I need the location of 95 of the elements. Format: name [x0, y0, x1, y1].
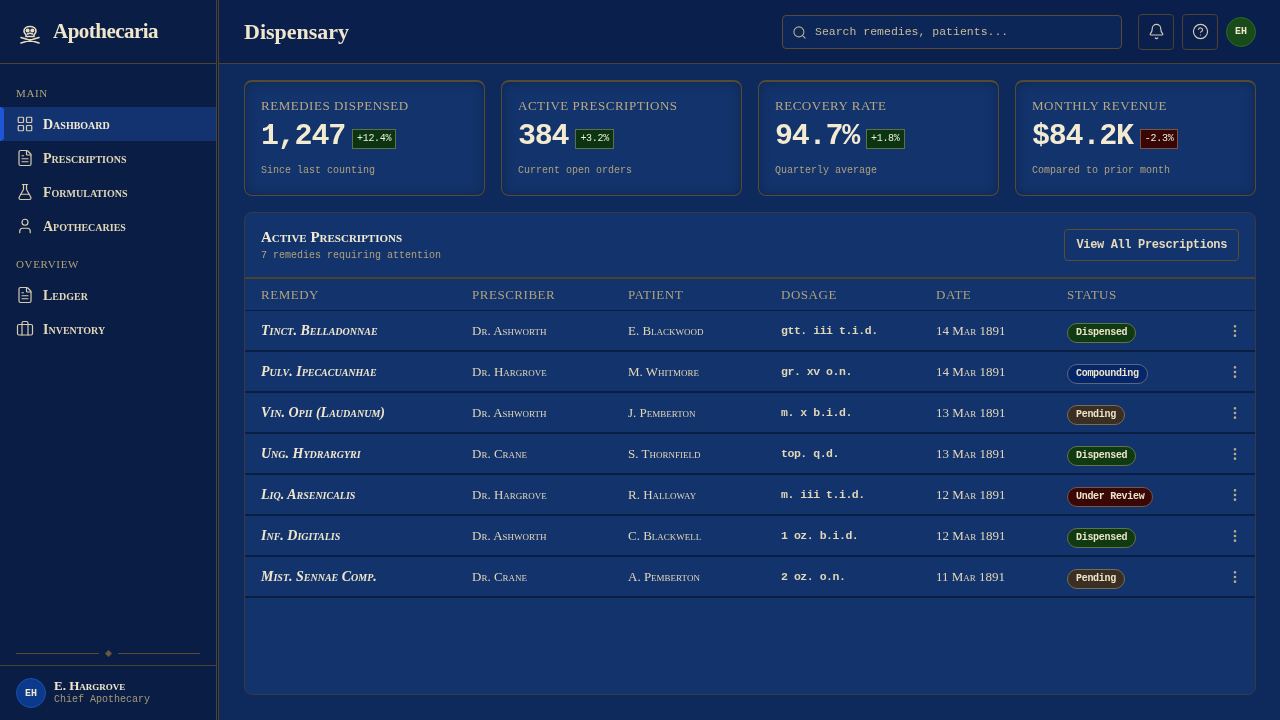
nav-item[interactable]: Prescriptions	[0, 141, 216, 175]
stat-label: ACTIVE PRESCRIPTIONS	[518, 98, 679, 114]
prescriber-cell-text: Dr. Ashworth	[472, 403, 547, 422]
prescriber-cell-text: Dr. Crane	[472, 567, 528, 586]
status-badge: Compounding	[1067, 364, 1148, 384]
stat-caption: Current open orders	[518, 164, 634, 178]
document-icon	[16, 286, 34, 304]
stat-caption: Since last counting	[261, 164, 377, 178]
date-cell-text: 13 Mar 1891	[936, 403, 1006, 422]
user-role: Chief Apothecary	[54, 693, 150, 707]
user-avatar: EH	[16, 678, 46, 708]
dosage-cell-text: gtt. iii t.i.d.	[781, 322, 878, 339]
column-header: PATIENT	[628, 285, 685, 304]
column-header: REMEDY	[261, 285, 320, 304]
stat-caption: Compared to prior month	[1032, 164, 1172, 178]
patient-cell-text: A. Pemberton	[628, 567, 700, 586]
remedy-cell-text: Mist. Sennae Comp.	[261, 568, 377, 586]
brand-title: Apothecaria	[53, 17, 159, 45]
trend-badge: +12.4%	[352, 129, 397, 149]
dosage-cell-text: top. q.d.	[781, 445, 839, 462]
prescriber-cell-text: Dr. Hargrove	[472, 485, 547, 504]
account-avatar[interactable]: EH	[1226, 16, 1256, 47]
stat-value: 94.7%	[775, 118, 859, 154]
dosage-cell-text: 1 oz. b.i.d.	[781, 527, 859, 544]
user-name: E. Hargrove	[54, 679, 127, 693]
status-badge: Dispensed	[1067, 446, 1137, 466]
help-button[interactable]	[1182, 13, 1218, 50]
active-indicator	[0, 107, 4, 141]
grid-icon	[16, 115, 34, 133]
stat-label: RECOVERY RATE	[775, 98, 888, 114]
dosage-cell-text: m. iii t.i.d.	[781, 486, 865, 503]
remedy-cell-text: Pulv. Ipecacuanhae	[261, 363, 377, 381]
date-cell-text: 11 Mar 1891	[936, 567, 1006, 586]
date-cell-text: 13 Mar 1891	[936, 444, 1006, 463]
trend-badge: +3.2%	[575, 129, 614, 149]
dosage-cell-text: gr. xv o.n.	[781, 363, 852, 380]
trend-badge: +1.8%	[866, 129, 905, 149]
trend-badge: -2.3%	[1139, 129, 1179, 149]
date-cell-text: 12 Mar 1891	[936, 526, 1006, 545]
help-icon	[1191, 23, 1209, 40]
prescriber-cell-text: Dr. Ashworth	[472, 321, 547, 340]
patient-cell-text: M. Whitmore	[628, 362, 700, 381]
view-all-button[interactable]: View All Prescriptions	[1064, 229, 1239, 261]
remedy-cell-text: Liq. Arsenicalis	[261, 486, 356, 504]
dosage-cell-text: 2 oz. o.n.	[781, 568, 846, 585]
stat-value: 384	[518, 118, 569, 154]
patient-cell-text: S. Thornfield	[628, 444, 701, 463]
search-field[interactable]: Search remedies, patients...	[782, 14, 1122, 49]
nav-item[interactable]: Formulations	[0, 175, 216, 209]
stat-label: REMEDIES DISPENSED	[261, 98, 410, 114]
stat-label: MONTHLY REVENUE	[1032, 98, 1168, 114]
stat-caption: Quarterly average	[775, 164, 879, 178]
status-badge: Dispensed	[1067, 528, 1137, 548]
prescriber-cell-text: Dr. Hargrove	[472, 362, 547, 381]
section-heading: MAIN	[15, 86, 49, 100]
date-cell-text: 14 Mar 1891	[936, 321, 1006, 340]
date-cell-text: 14 Mar 1891	[936, 362, 1006, 381]
column-header: PRESCRIBER	[472, 285, 557, 304]
prescriber-cell-text: Dr. Crane	[472, 444, 528, 463]
nav-item[interactable]: Dashboard	[0, 107, 216, 141]
remedy-cell-text: Tinct. Belladonnae	[261, 322, 378, 340]
column-header: STATUS	[1067, 285, 1118, 304]
remedy-cell-text: Vin. Opii (Laudanum)	[261, 404, 385, 422]
nav-item[interactable]: Ledger	[0, 278, 216, 312]
column-header: DOSAGE	[781, 285, 838, 304]
section-heading: OVERVIEW	[15, 257, 81, 271]
notifications-button[interactable]	[1138, 13, 1174, 50]
status-badge: Pending	[1067, 405, 1125, 425]
status-badge: Dispensed	[1067, 323, 1137, 343]
person-icon	[16, 217, 34, 235]
flask-icon	[16, 183, 34, 201]
patient-cell-text: C. Blackwell	[628, 526, 702, 545]
status-badge: Pending	[1067, 569, 1125, 589]
search-icon	[792, 24, 807, 40]
remedy-cell-text: Inf. Digitalis	[261, 527, 341, 545]
patient-cell-text: R. Halloway	[628, 485, 697, 504]
patient-cell-text: E. Blackwood	[628, 321, 704, 340]
status-badge: Under Review	[1067, 487, 1154, 507]
briefcase-icon	[16, 320, 34, 338]
dosage-cell-text: m. x b.i.d.	[781, 404, 852, 421]
column-header: DATE	[936, 285, 973, 304]
panel-subtitle: 7 remedies requiring attention	[261, 249, 442, 262]
stat-value: $84.2K	[1032, 118, 1133, 154]
nav-item[interactable]: Apothecaries	[0, 209, 216, 243]
page-title: Dispensary	[244, 18, 350, 46]
remedy-cell-text: Ung. Hydrargyri	[261, 445, 361, 463]
stat-value: 1,247	[261, 118, 345, 154]
date-cell-text: 12 Mar 1891	[936, 485, 1006, 504]
patient-cell-text: J. Pemberton	[628, 403, 696, 422]
prescriber-cell-text: Dr. Ashworth	[472, 526, 547, 545]
document-icon	[16, 149, 34, 167]
diamond-icon	[104, 650, 112, 657]
panel-title: Active Prescriptions	[261, 228, 404, 246]
bell-icon	[1147, 23, 1165, 40]
nav-item[interactable]: Inventory	[0, 312, 216, 346]
